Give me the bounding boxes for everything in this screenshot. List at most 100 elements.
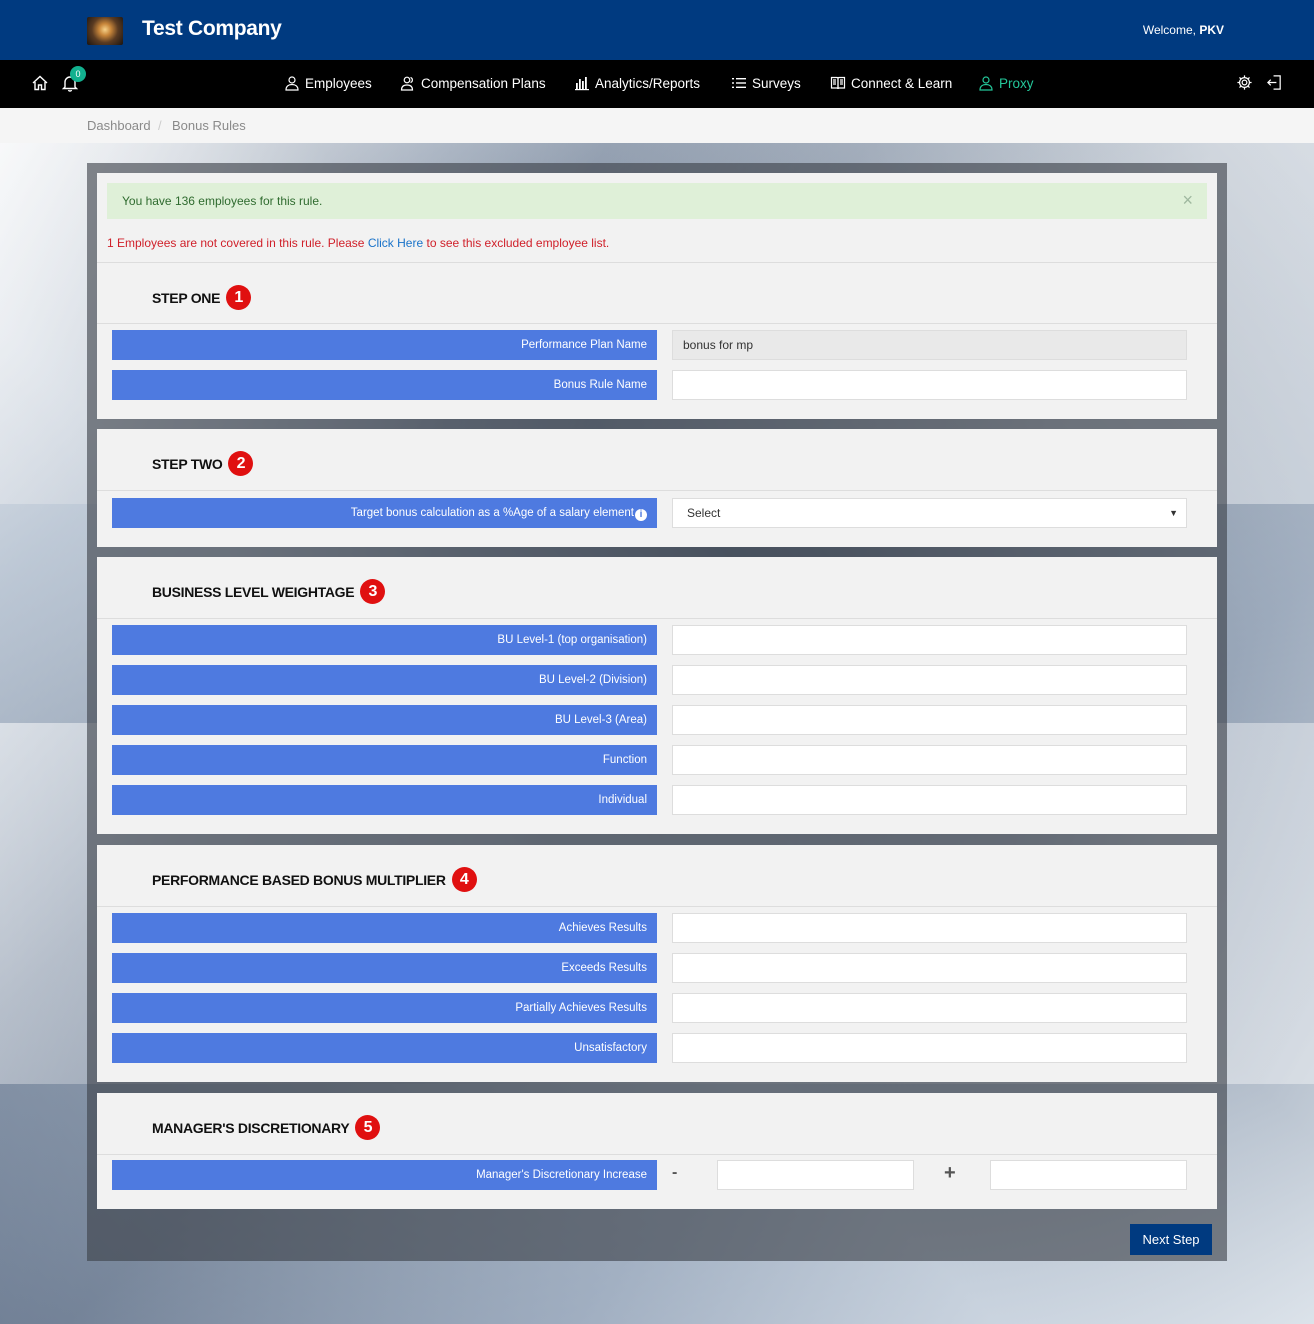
bu-level-1-row: BU Level-1 (top organisation) (112, 625, 1187, 655)
bonus-rule-label: Bonus Rule Name (112, 370, 657, 400)
gear-icon[interactable] (1236, 74, 1254, 92)
main-nav: 0 Employees Compensation Plans Analytics… (0, 60, 1314, 108)
breadcrumb-dashboard[interactable]: Dashboard (87, 118, 151, 133)
achieves-results-row: Achieves Results (112, 913, 1187, 943)
minus-sign: - (672, 1164, 678, 1181)
bu-level-1-input[interactable] (672, 625, 1187, 655)
step-one-title: STEP ONE (152, 289, 221, 306)
alert-message: You have 136 employees for this rule. (122, 194, 323, 208)
individual-row: Individual (112, 785, 1187, 815)
step-two-title: STEP TWO (152, 455, 223, 472)
breadcrumb-current: Bonus Rules (172, 118, 246, 133)
individual-input[interactable] (672, 785, 1187, 815)
chevron-down-icon: ▼ (1169, 508, 1178, 518)
partially-achieves-row: Partially Achieves Results (112, 993, 1187, 1023)
partially-achieves-label: Partially Achieves Results (112, 993, 657, 1023)
welcome-text: Welcome, PKV (1142, 23, 1224, 37)
success-alert: You have 136 employees for this rule. × (107, 183, 1207, 219)
unsatisfactory-input[interactable] (672, 1033, 1187, 1063)
next-step-button[interactable]: Next Step (1130, 1224, 1212, 1255)
business-level-card: BUSINESS LEVEL WEIGHTAGE 3 BU Level-1 (t… (97, 557, 1217, 834)
performance-plan-row: Performance Plan Name bonus for mp (112, 330, 1187, 360)
discretionary-max-input[interactable] (990, 1160, 1187, 1190)
step-two-header: STEP TWO 2 (97, 429, 1217, 491)
nav-analytics-reports[interactable]: Analytics/Reports (574, 75, 700, 91)
managers-discretionary-card: MANAGER'S DISCRETIONARY 5 Manager's Disc… (97, 1093, 1217, 1209)
performance-plan-label: Performance Plan Name (112, 330, 657, 360)
person-icon (285, 76, 299, 91)
book-icon (830, 76, 846, 90)
people-icon (400, 76, 414, 91)
logout-icon[interactable] (1266, 74, 1284, 92)
breadcrumb: Dashboard / Bonus Rules (0, 108, 1314, 143)
achieves-results-label: Achieves Results (112, 913, 657, 943)
step-two-card: STEP TWO 2 Target bonus calculation as a… (97, 429, 1217, 547)
list-icon (732, 78, 746, 88)
nav-proxy-label: Proxy (999, 75, 1034, 91)
bu-level-2-input[interactable] (672, 665, 1187, 695)
nav-employees-label: Employees (305, 75, 372, 91)
function-label: Function (112, 745, 657, 775)
step-number-badge: 2 (228, 451, 254, 476)
bu-level-1-label: BU Level-1 (top organisation) (112, 625, 657, 655)
nav-employees[interactable]: Employees (284, 75, 372, 91)
info-icon[interactable]: i (635, 509, 647, 521)
company-name: Test Company (142, 17, 282, 40)
performance-multiplier-title: PERFORMANCE BASED BONUS MULTIPLIER (152, 871, 446, 888)
nav-compensation-plans[interactable]: Compensation Plans (400, 75, 546, 91)
exceeds-results-label: Exceeds Results (112, 953, 657, 983)
managers-discretionary-title: MANAGER'S DISCRETIONARY (152, 1119, 350, 1136)
step-number-badge: 4 (451, 867, 477, 892)
close-icon[interactable]: × (1182, 190, 1193, 211)
nav-connect-learn[interactable]: Connect & Learn (830, 75, 952, 91)
bu-level-3-label: BU Level-3 (Area) (112, 705, 657, 735)
home-icon[interactable] (31, 74, 49, 92)
step-number-badge: 1 (226, 285, 252, 310)
bu-level-2-row: BU Level-2 (Division) (112, 665, 1187, 695)
nav-surveys[interactable]: Surveys (731, 75, 801, 91)
company-logo (87, 17, 123, 45)
step-number-badge: 5 (355, 1115, 381, 1140)
exceeds-results-row: Exceeds Results (112, 953, 1187, 983)
salary-element-select[interactable]: Select ▼ (672, 498, 1187, 528)
nav-connect-learn-label: Connect & Learn (851, 75, 953, 91)
unsatisfactory-label: Unsatisfactory (112, 1033, 657, 1063)
business-level-header: BUSINESS LEVEL WEIGHTAGE 3 (97, 557, 1217, 619)
step-number-badge: 3 (360, 579, 386, 604)
notification-badge: 0 (70, 66, 86, 82)
unsatisfactory-row: Unsatisfactory (112, 1033, 1187, 1063)
step-one-header: STEP ONE 1 (97, 262, 1217, 324)
user-name[interactable]: PKV (1199, 23, 1224, 37)
bonus-rule-input[interactable] (672, 370, 1187, 400)
target-bonus-row: Target bonus calculation as a %Age of a … (112, 498, 1187, 528)
bu-level-2-label: BU Level-2 (Division) (112, 665, 657, 695)
target-bonus-label: Target bonus calculation as a %Age of a … (112, 498, 657, 528)
business-level-title: BUSINESS LEVEL WEIGHTAGE (152, 583, 355, 600)
discretionary-min-input[interactable] (717, 1160, 914, 1190)
performance-plan-input: bonus for mp (672, 330, 1187, 360)
excluded-list-link[interactable]: Click Here (368, 236, 423, 250)
plus-sign: + (944, 1162, 956, 1184)
performance-multiplier-card: PERFORMANCE BASED BONUS MULTIPLIER 4 Ach… (97, 845, 1217, 1082)
individual-label: Individual (112, 785, 657, 815)
discretionary-row: Manager's Discretionary Increase - + (112, 1160, 1187, 1190)
nav-surveys-label: Surveys (752, 75, 801, 91)
function-input[interactable] (672, 745, 1187, 775)
nav-compensation-plans-label: Compensation Plans (421, 75, 546, 91)
excluded-employees-notice: 1 Employees are not covered in this rule… (107, 236, 610, 250)
bonus-rule-row: Bonus Rule Name (112, 370, 1187, 400)
bu-level-3-row: BU Level-3 (Area) (112, 705, 1187, 735)
achieves-results-input[interactable] (672, 913, 1187, 943)
person-icon (979, 76, 993, 91)
bar-chart-icon (575, 77, 589, 91)
nav-proxy[interactable]: Proxy (978, 75, 1034, 91)
performance-multiplier-header: PERFORMANCE BASED BONUS MULTIPLIER 4 (97, 845, 1217, 907)
exceeds-results-input[interactable] (672, 953, 1187, 983)
bu-level-3-input[interactable] (672, 705, 1187, 735)
function-row: Function (112, 745, 1187, 775)
partially-achieves-input[interactable] (672, 993, 1187, 1023)
nav-analytics-reports-label: Analytics/Reports (595, 75, 701, 91)
top-header: Test Company Welcome, PKV (0, 0, 1314, 60)
discretionary-label: Manager's Discretionary Increase (112, 1160, 657, 1190)
managers-discretionary-header: MANAGER'S DISCRETIONARY 5 (97, 1093, 1217, 1155)
